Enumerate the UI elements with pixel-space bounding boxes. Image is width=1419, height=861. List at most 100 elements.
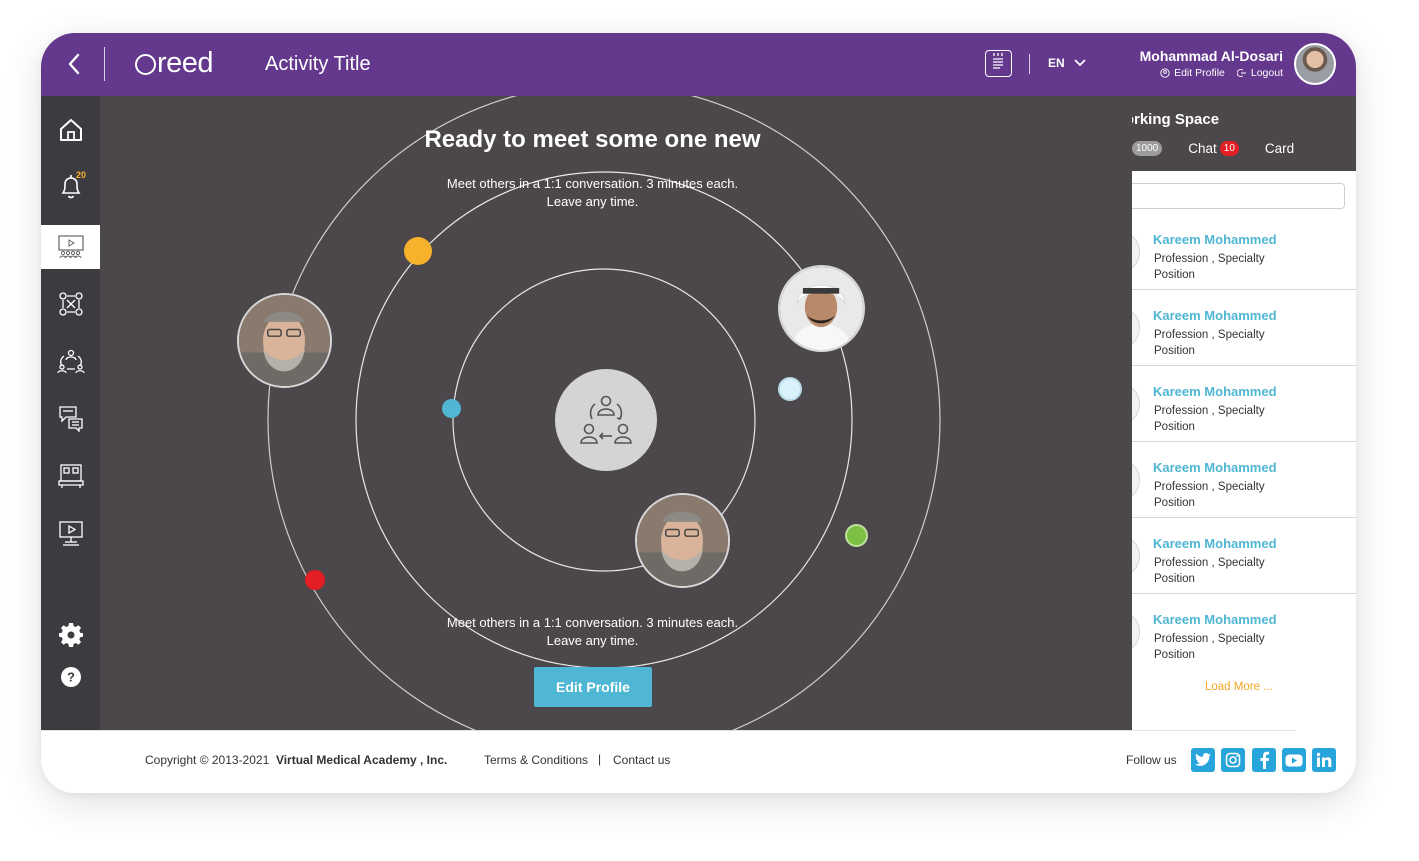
list-item[interactable]: Kareem Mohammed Profession , Specialty Po… [1132, 214, 1356, 290]
avatar [1132, 535, 1140, 577]
edit-profile-label: Edit Profile [1174, 67, 1225, 79]
sidebar-item-home[interactable] [41, 108, 100, 152]
sidebar-item-chat-board[interactable] [41, 396, 100, 440]
participant-photo [780, 267, 863, 350]
header-divider [104, 47, 105, 81]
app-window: reed Activity Title EN Mohammad Al-Dosar… [41, 33, 1356, 793]
contact-link[interactable]: Contact us [613, 753, 670, 767]
header-divider-2 [1029, 54, 1030, 74]
list-item[interactable]: Kareem Mohammed Profession , Specialty Po… [1132, 442, 1356, 518]
notification-count-badge: 20 [76, 170, 87, 180]
list-item-details: Profession , Specialty Position [1154, 253, 1265, 281]
terms-link[interactable]: Terms & Conditions [484, 753, 588, 767]
user-circle-icon [1160, 68, 1170, 78]
participant-avatar-2[interactable] [778, 265, 865, 352]
linkedin-button[interactable] [1312, 748, 1336, 772]
user-links: Edit Profile Logout [1160, 67, 1283, 79]
list-item[interactable]: Kareem Mohammed Profession , Specialty Po… [1132, 518, 1356, 594]
user-avatar[interactable] [1294, 43, 1336, 85]
list-item[interactable]: Kareem Mohammed Profession , Specialty Po… [1132, 366, 1356, 442]
logout-link[interactable]: Logout [1236, 67, 1283, 79]
tab-chat[interactable]: Chat 10 [1188, 141, 1239, 156]
avatar [1132, 611, 1140, 653]
subtitle-top-line-1: Meet others in a 1:1 conversation. 3 min… [446, 176, 739, 191]
list-item-name[interactable]: Kareem Mohammed [1153, 384, 1277, 399]
help-icon: ? [60, 667, 81, 687]
instagram-button[interactable] [1221, 748, 1245, 772]
list-item-name[interactable]: Kareem Mohammed [1153, 232, 1277, 247]
list-item-name[interactable]: Kareem Mohammed [1153, 460, 1277, 475]
participant-avatar-1[interactable] [237, 293, 332, 388]
top-header: reed Activity Title EN Mohammad Al-Dosar… [41, 33, 1356, 96]
networking-panel-list: Kareem Mohammed Profession , Specialty Po… [1132, 171, 1356, 730]
sidebar-item-settings[interactable] [41, 613, 100, 657]
footer-divider [41, 730, 1296, 731]
orbit-dot-red [305, 570, 325, 590]
facebook-button[interactable] [1252, 748, 1276, 772]
sidebar-item-meeting[interactable] [41, 339, 100, 383]
notepad-icon [993, 53, 1003, 69]
list-item-details: Profession , Specialty Position [1154, 557, 1265, 585]
avatar [1132, 459, 1140, 501]
logo-ring-icon [135, 54, 156, 75]
logo: reed [135, 47, 214, 80]
list-item-name[interactable]: Kareem Mohammed [1153, 612, 1277, 627]
stage-subtitle-bottom: Meet others in a 1:1 conversation. 3 min… [100, 614, 1085, 650]
svg-text:?: ? [67, 670, 75, 685]
logout-label: Logout [1250, 67, 1283, 79]
chevron-down-icon [1074, 59, 1086, 67]
list-item-name[interactable]: Kareem Mohammed [1153, 536, 1277, 551]
presentation-icon [57, 235, 84, 259]
sidebar-item-notifications[interactable]: 20 [41, 165, 100, 209]
stage-subtitle-top: Meet others in a 1:1 conversation. 3 min… [100, 175, 1085, 211]
networking-panel-header: Networking Space 1000 Chat 10 Card [1132, 96, 1356, 171]
facebook-icon [1260, 751, 1269, 769]
chevron-left-icon [68, 53, 80, 75]
sidebar-item-help[interactable]: ? [41, 655, 100, 699]
logout-icon [1236, 68, 1246, 78]
tab-card[interactable]: Card [1265, 141, 1294, 156]
list-item-details: Profession , Specialty Position [1154, 633, 1265, 661]
matching-hub[interactable] [555, 369, 657, 471]
gear-icon [58, 623, 83, 647]
people-count-pill[interactable]: 1000 [1132, 141, 1163, 156]
language-label: EN [1048, 56, 1065, 70]
youtube-button[interactable] [1282, 748, 1306, 772]
panel-search-input[interactable] [1132, 183, 1345, 209]
load-more-link[interactable]: Load More ... [1205, 681, 1273, 693]
group-meeting-icon [56, 349, 85, 374]
subtitle-top-line-2: Leave any time. [546, 194, 639, 209]
booth-icon [57, 464, 84, 488]
speed-networking-stage: Ready to meet some one new Meet others i… [100, 96, 1132, 730]
sidebar-item-networking[interactable] [41, 282, 100, 326]
back-button[interactable] [63, 51, 87, 77]
youtube-icon [1285, 754, 1303, 766]
footer: Copyright © 2013-2021 Virtual Medical Ac… [41, 730, 1356, 793]
list-item-details: Profession , Specialty Position [1154, 329, 1265, 357]
tab-chat-label: Chat [1188, 141, 1217, 156]
list-item-name[interactable]: Kareem Mohammed [1153, 308, 1277, 323]
panel-title: Networking Space [1132, 111, 1220, 128]
avatar [1132, 383, 1140, 425]
twitter-button[interactable] [1191, 748, 1215, 772]
list-item[interactable]: Kareem Mohammed Profession , Specialty Po… [1132, 290, 1356, 366]
language-selector[interactable]: EN [1048, 56, 1086, 70]
list-item-details: Profession , Specialty Position [1154, 405, 1265, 433]
notes-button[interactable] [985, 50, 1012, 77]
networking-icon [58, 292, 83, 316]
sidebar-item-sessions[interactable] [41, 225, 100, 269]
video-screen-icon [58, 521, 83, 546]
subtitle-bottom-line-1: Meet others in a 1:1 conversation. 3 min… [446, 615, 739, 630]
copyright-text: Copyright © 2013-2021 [145, 753, 270, 767]
list-item[interactable]: Kareem Mohammed Profession , Specialty Po… [1132, 594, 1356, 670]
sidebar-item-video[interactable] [41, 511, 100, 555]
company-name: Virtual Medical Academy , Inc. [275, 753, 448, 767]
edit-profile-link[interactable]: Edit Profile [1160, 67, 1225, 79]
subtitle-bottom-line-2: Leave any time. [546, 633, 639, 648]
panel-tabs: 1000 Chat 10 Card [1132, 141, 1294, 156]
participant-avatar-3[interactable] [635, 493, 730, 588]
user-name: Mohammad Al-Dosari [1139, 48, 1283, 64]
edit-profile-button[interactable]: Edit Profile [534, 667, 652, 707]
sidebar-item-booth[interactable] [41, 454, 100, 498]
avatar [1132, 231, 1140, 273]
